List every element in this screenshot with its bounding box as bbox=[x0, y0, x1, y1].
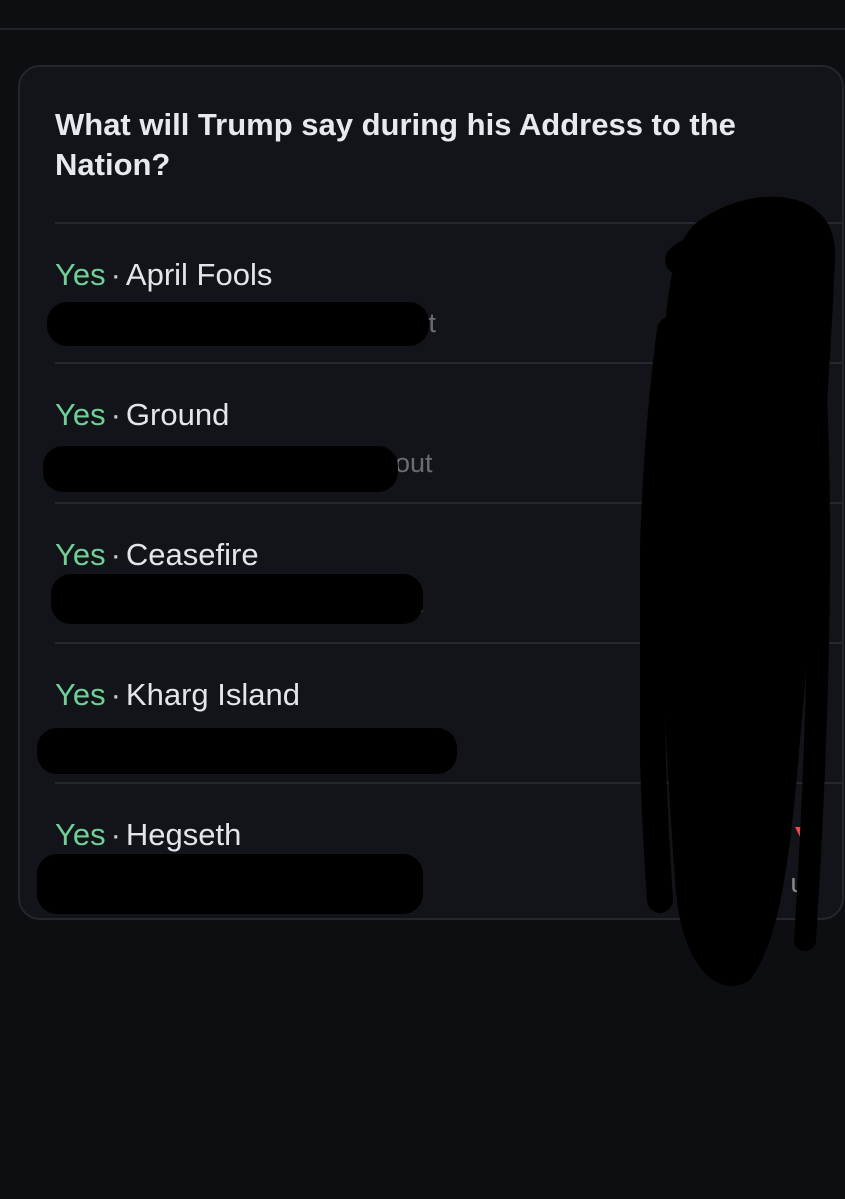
market-option-name: April Fools bbox=[125, 257, 273, 292]
market-option-name: Hegseth bbox=[125, 817, 242, 852]
row-value: $ bbox=[773, 815, 813, 855]
outcome-label: Yes bbox=[55, 677, 106, 712]
row-value: $ bbox=[796, 259, 813, 291]
page: What will Trump say during his Address t… bbox=[0, 0, 845, 1199]
separator: · bbox=[110, 677, 121, 712]
market-card[interactable]: What will Trump say during his Address t… bbox=[18, 65, 844, 920]
redaction bbox=[51, 574, 423, 624]
outcome-label: Yes bbox=[55, 397, 106, 432]
outcome-label: Yes bbox=[55, 817, 106, 852]
redaction bbox=[37, 728, 457, 774]
redaction bbox=[37, 854, 423, 914]
row-label: Yes · Kharg Island bbox=[55, 675, 300, 715]
row-label: Yes · Hegseth bbox=[55, 815, 241, 855]
market-title: What will Trump say during his Address t… bbox=[55, 107, 736, 182]
redaction bbox=[43, 446, 398, 492]
position-row-ceasefire[interactable]: Yes·Ceasefire ut $ bbox=[51, 502, 842, 642]
market-option-name: Ceasefire bbox=[125, 537, 259, 572]
position-row-april-fools[interactable]: Yes·April Fools yout $ bbox=[47, 222, 842, 362]
top-divider bbox=[0, 28, 845, 30]
outcome-label: Yes bbox=[55, 257, 106, 292]
outcome-label: Yes bbox=[55, 537, 106, 572]
row-value: $ bbox=[796, 399, 813, 431]
separator: · bbox=[110, 397, 121, 432]
position-row-hegseth[interactable]: Yes · Hegseth $ ut bbox=[37, 782, 842, 918]
row-label: Yes · Ground bbox=[55, 395, 229, 435]
row-subtext: out bbox=[395, 448, 433, 478]
row-value-subtext: ut bbox=[790, 868, 813, 898]
row-value-text: $ bbox=[772, 819, 789, 851]
separator: · bbox=[110, 817, 121, 852]
market-option-name: Ground bbox=[125, 397, 230, 432]
row-label: Yes · Ceasefire bbox=[55, 535, 259, 575]
market-option-name: Kharg Island bbox=[125, 677, 300, 712]
row-label: Yes · April Fools bbox=[55, 255, 272, 295]
down-triangle-icon bbox=[795, 827, 813, 846]
separator: · bbox=[110, 537, 121, 572]
position-row-ground[interactable]: Yes · Ground out $ bbox=[43, 362, 842, 502]
row-value: $ bbox=[796, 539, 813, 571]
position-row-kharg-island[interactable]: Yes · Kharg Island bbox=[37, 642, 842, 782]
separator: · bbox=[110, 257, 121, 292]
redaction bbox=[47, 302, 429, 346]
